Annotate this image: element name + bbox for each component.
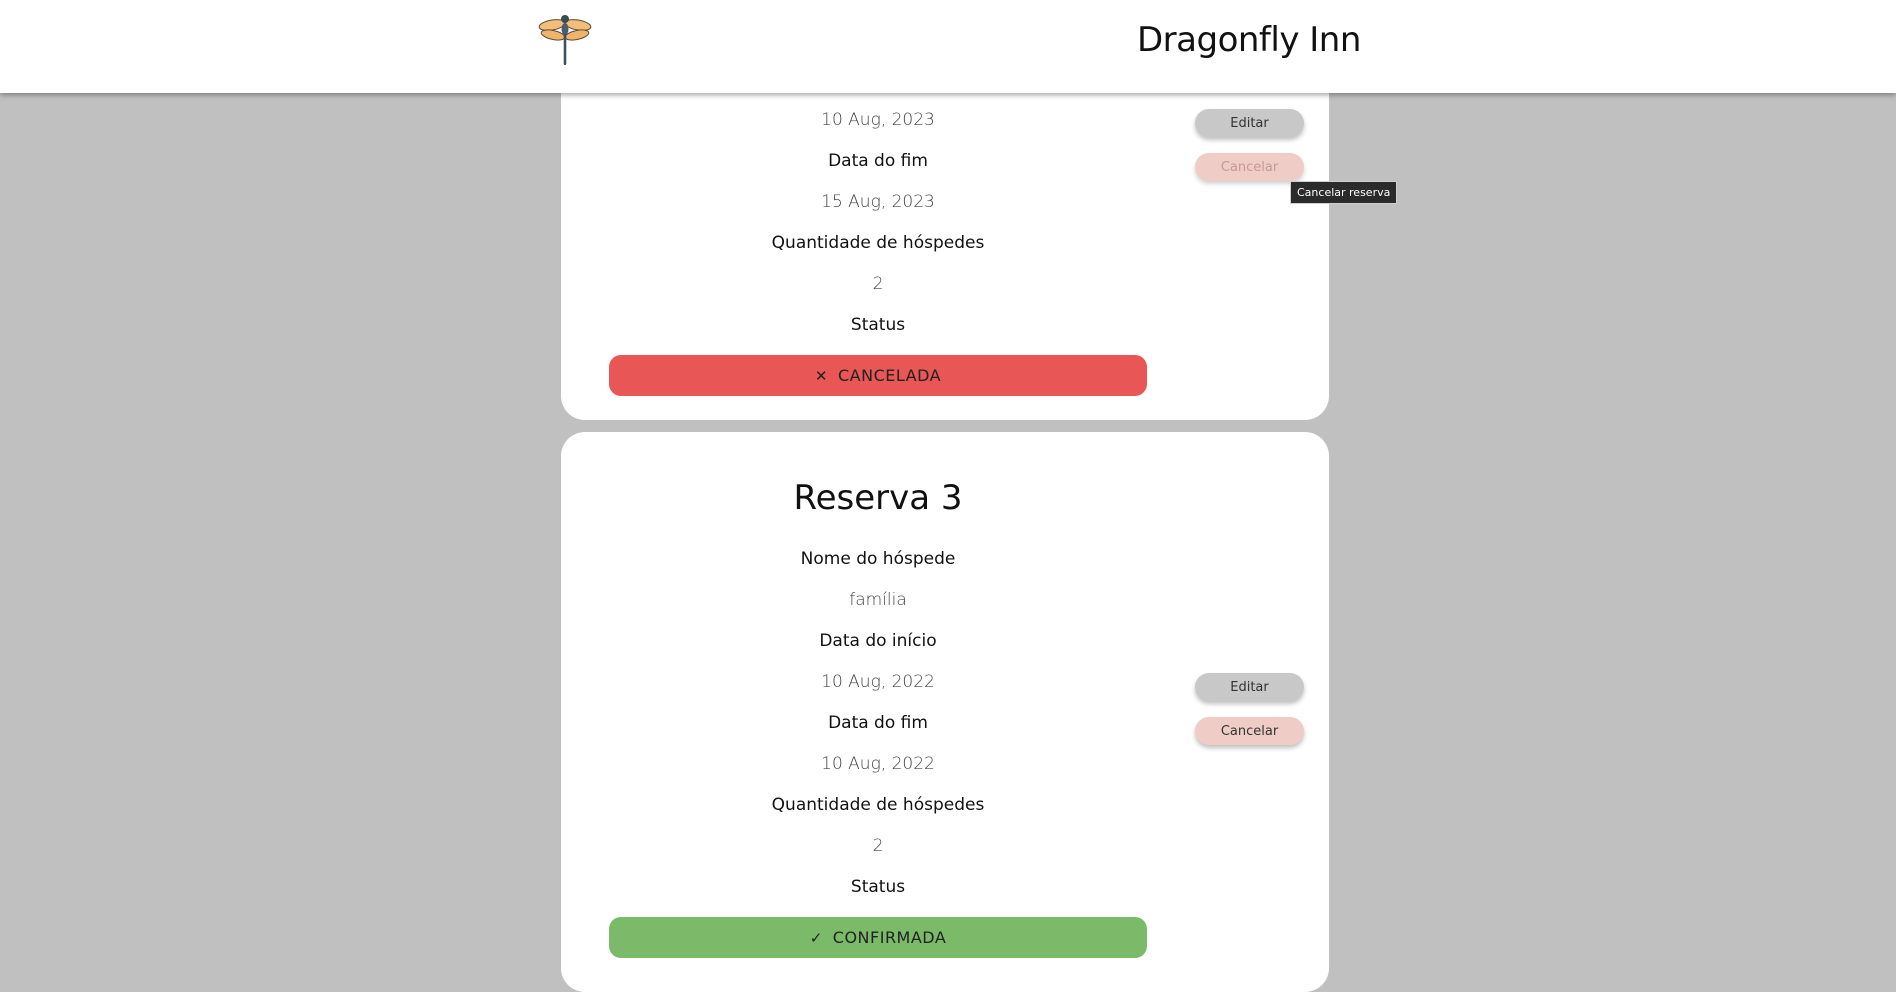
cancel-button[interactable]: Cancelar: [1195, 717, 1304, 745]
status-value: CONFIRMADA: [832, 928, 947, 947]
edit-button[interactable]: Editar: [1195, 673, 1304, 701]
edit-button[interactable]: Editar: [1195, 109, 1304, 137]
status-label: Status: [850, 877, 906, 897]
status-label: Status: [850, 315, 906, 335]
status-badge: ✕ CANCELADA: [609, 355, 1147, 396]
start-date-value: 10 Aug, 2023: [821, 110, 935, 130]
end-date-value: 15 Aug, 2023: [821, 192, 935, 212]
cancel-tooltip: Cancelar reserva: [1290, 181, 1398, 204]
start-date-label: Data do início: [819, 631, 937, 651]
guests-value: 2: [872, 836, 884, 856]
guest-name-label: Nome do hóspede: [800, 549, 956, 569]
close-icon: ✕: [814, 366, 828, 385]
start-date-value: 10 Aug, 2022: [821, 672, 935, 692]
end-date-label: Data do fim: [828, 151, 928, 171]
guest-name-value: família: [849, 590, 907, 610]
reservation-title: Reserva 3: [793, 478, 963, 518]
status-value: CANCELADA: [838, 366, 942, 385]
app-title: Dragonfly Inn: [1137, 20, 1361, 60]
dragonfly-icon[interactable]: [538, 10, 592, 66]
guests-value: 2: [872, 274, 884, 294]
end-date-label: Data do fim: [828, 713, 928, 733]
reservation-card: Reserva 3 Nome do hóspede família Data d…: [561, 432, 1329, 992]
cancel-button[interactable]: Cancelar: [1195, 153, 1304, 181]
check-icon: ✓: [809, 928, 823, 947]
guests-label: Quantidade de hóspedes: [771, 233, 985, 253]
guests-label: Quantidade de hóspedes: [771, 795, 985, 815]
reservation-card: 10 Aug, 2023 Data do fim 15 Aug, 2023 Qu…: [561, 40, 1329, 420]
status-badge: ✓ CONFIRMADA: [609, 917, 1147, 958]
end-date-value: 10 Aug, 2022: [821, 754, 935, 774]
top-header: Dragonfly Inn: [0, 0, 1896, 93]
